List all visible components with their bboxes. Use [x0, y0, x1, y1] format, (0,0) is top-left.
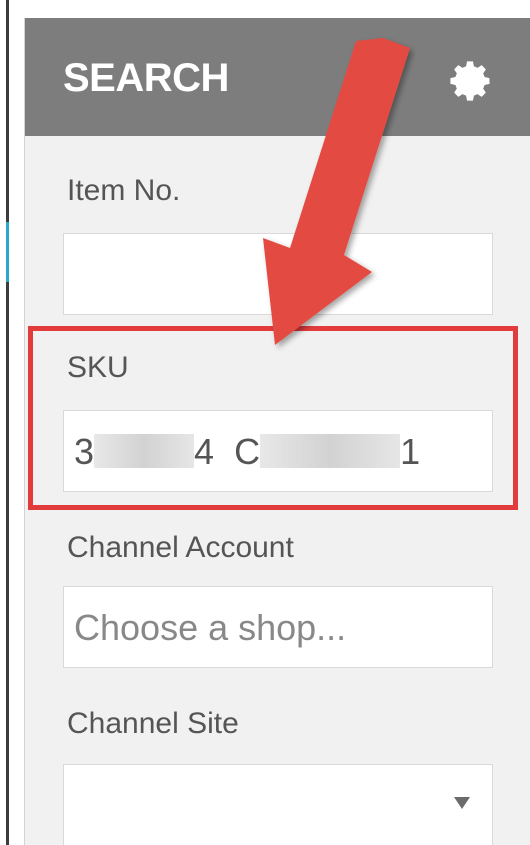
channel-site-label: Channel Site: [67, 707, 239, 740]
search-panel-header: SEARCH: [25, 18, 530, 136]
gear-icon[interactable]: [445, 56, 495, 106]
page: SEARCH Item No. SKU 34 C1 Channel Accoun…: [0, 0, 530, 845]
channel-site-select[interactable]: [63, 764, 493, 845]
channel-account-label: Channel Account: [67, 531, 294, 564]
channel-account-placeholder: Choose a shop...: [74, 607, 347, 648]
sku-highlight-box: [28, 326, 518, 510]
item-no-label: Item No.: [67, 174, 181, 207]
item-no-input[interactable]: [63, 233, 493, 315]
left-border: [6, 0, 9, 845]
panel-title: SEARCH: [63, 56, 229, 100]
channel-account-input[interactable]: Choose a shop...: [63, 586, 493, 668]
caret-down-icon[interactable]: [454, 797, 470, 809]
left-accent-bar: [6, 222, 9, 282]
